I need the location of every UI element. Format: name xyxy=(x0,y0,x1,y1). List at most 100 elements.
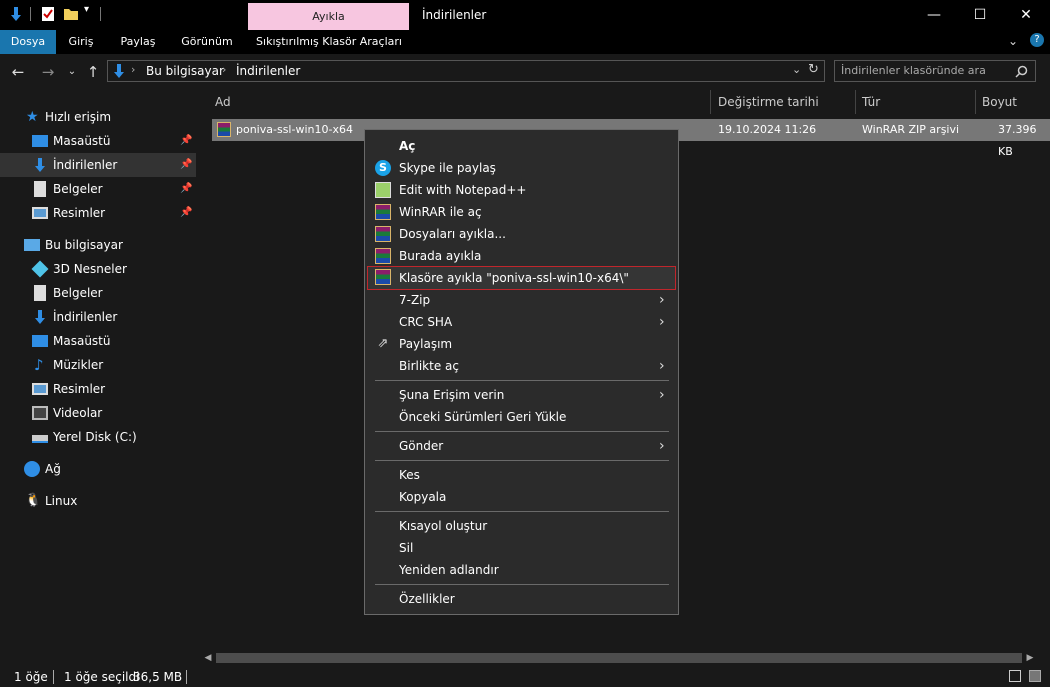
breadcrumb-chevron-icon[interactable]: › xyxy=(222,63,226,76)
menu-item-send-to[interactable]: Gönder › xyxy=(367,435,676,457)
menu-item-open-with[interactable]: Birlikte aç › xyxy=(367,355,676,377)
menu-item-extract-files[interactable]: Dosyaları ayıkla... xyxy=(367,223,676,245)
file-name: poniva-ssl-win10-x64 xyxy=(236,123,353,136)
menu-item-skype-share[interactable]: S Skype ile paylaş xyxy=(367,157,676,179)
search-icon[interactable] xyxy=(1015,65,1028,78)
menu-item-notepadpp[interactable]: Edit with Notepad++ xyxy=(367,179,676,201)
nav-pc-3d-objects[interactable]: 3D Nesneler xyxy=(0,257,196,281)
breadcrumb-this-pc[interactable]: Bu bilgisayar xyxy=(146,64,224,78)
tab-compressed-folder-tools[interactable]: Sıkıştırılmış Klasör Araçları xyxy=(250,30,408,54)
column-header-size[interactable]: Boyut xyxy=(982,90,1017,114)
tab-view[interactable]: Görünüm xyxy=(172,30,242,54)
nav-quick-access[interactable]: ★ Hızlı erişim xyxy=(0,105,196,129)
nav-quick-documents[interactable]: Belgeler 📌 xyxy=(0,177,196,201)
menu-item-open[interactable]: Aç xyxy=(367,135,676,157)
column-separator[interactable] xyxy=(855,90,856,114)
breadcrumb-downloads[interactable]: İndirilenler xyxy=(236,64,300,78)
winrar-archive-icon xyxy=(217,122,231,137)
menu-label: Kısayol oluştur xyxy=(399,519,488,533)
menu-item-crc-sha[interactable]: CRC SHA › xyxy=(367,311,676,333)
address-bar[interactable]: › Bu bilgisayar › İndirilenler ⌄ ↻ xyxy=(107,60,825,82)
properties-icon[interactable] xyxy=(40,6,56,22)
details-view-icon[interactable] xyxy=(1009,670,1021,682)
column-header-name[interactable]: Ad xyxy=(215,90,231,114)
menu-separator xyxy=(375,511,669,512)
tab-home[interactable]: Giriş xyxy=(58,30,104,54)
nav-pc-desktop[interactable]: Masaüstü xyxy=(0,329,196,353)
nav-this-pc[interactable]: Bu bilgisayar xyxy=(0,233,196,257)
close-button[interactable]: ✕ xyxy=(1003,0,1049,30)
nav-pc-documents[interactable]: Belgeler xyxy=(0,281,196,305)
linux-penguin-icon: 🐧 xyxy=(25,493,42,508)
menu-item-properties[interactable]: Özellikler xyxy=(367,588,676,610)
document-icon xyxy=(34,181,46,197)
pin-icon[interactable]: 📌 xyxy=(180,129,192,153)
nav-pc-music[interactable]: ♪ Müzikler xyxy=(0,353,196,377)
menu-label: CRC SHA xyxy=(399,315,453,329)
menu-item-create-shortcut[interactable]: Kısayol oluştur xyxy=(367,515,676,537)
menu-item-winrar-open[interactable]: WinRAR ile aç xyxy=(367,201,676,223)
breadcrumb-chevron-icon[interactable]: › xyxy=(131,63,135,76)
menu-item-copy[interactable]: Kopyala xyxy=(367,486,676,508)
pin-icon[interactable]: 📌 xyxy=(180,153,192,177)
download-arrow-icon[interactable] xyxy=(8,6,24,22)
context-tab-extract[interactable]: Ayıkla xyxy=(248,3,409,30)
nav-linux[interactable]: 🐧 Linux xyxy=(0,489,196,513)
nav-quick-pictures[interactable]: Resimler 📌 xyxy=(0,201,196,225)
new-folder-icon[interactable] xyxy=(63,6,79,22)
column-header-date[interactable]: Değiştirme tarihi xyxy=(718,90,819,114)
customize-toolbar-icon[interactable]: ▾ xyxy=(84,4,89,15)
column-header-type[interactable]: Tür xyxy=(862,90,880,114)
menu-label: Klasöre ayıkla "poniva-ssl-win10-x64\" xyxy=(399,271,629,285)
nav-quick-desktop[interactable]: Masaüstü 📌 xyxy=(0,129,196,153)
nav-label: Resimler xyxy=(53,206,106,220)
minimize-button[interactable]: — xyxy=(911,0,957,30)
nav-pc-pictures[interactable]: Resimler xyxy=(0,377,196,401)
forward-arrow-icon[interactable]: → xyxy=(38,62,58,82)
nav-label: Masaüstü xyxy=(53,334,111,348)
scroll-right-icon[interactable]: ▶ xyxy=(1022,650,1038,666)
pin-icon[interactable]: 📌 xyxy=(180,201,192,225)
skype-icon: S xyxy=(375,160,391,176)
column-separator[interactable] xyxy=(975,90,976,114)
cube-icon xyxy=(31,260,49,278)
tab-file[interactable]: Dosya xyxy=(0,30,56,54)
scrollbar-thumb[interactable] xyxy=(216,653,1022,663)
maximize-button[interactable]: ☐ xyxy=(957,0,1003,30)
nav-quick-downloads[interactable]: İndirilenler 📌 xyxy=(0,153,196,177)
menu-item-7zip[interactable]: 7-Zip › xyxy=(367,289,676,311)
horizontal-scrollbar[interactable]: ◀ ▶ xyxy=(200,650,1050,666)
tab-share[interactable]: Paylaş xyxy=(112,30,164,54)
menu-item-extract-to-folder[interactable]: Klasöre ayıkla "poniva-ssl-win10-x64\" xyxy=(367,266,676,290)
nav-pc-local-disk[interactable]: Yerel Disk (C:) xyxy=(0,425,196,449)
ribbon-expand-icon[interactable]: ⌄ xyxy=(1008,34,1018,48)
menu-item-restore-versions[interactable]: Önceki Sürümleri Geri Yükle xyxy=(367,406,676,428)
help-icon[interactable]: ? xyxy=(1030,33,1044,47)
back-arrow-icon[interactable]: ← xyxy=(8,62,28,82)
menu-item-share[interactable]: ⇗ Paylaşım xyxy=(367,333,676,355)
up-arrow-icon[interactable]: ↑ xyxy=(83,62,103,82)
nav-pc-downloads[interactable]: İndirilenler xyxy=(0,305,196,329)
refresh-icon[interactable]: ↻ xyxy=(808,62,819,77)
column-separator[interactable] xyxy=(710,90,711,114)
menu-item-rename[interactable]: Yeniden adlandır xyxy=(367,559,676,581)
nav-label: Ağ xyxy=(45,462,61,476)
share-icon: ⇗ xyxy=(377,336,389,351)
menu-item-extract-here[interactable]: Burada ayıkla xyxy=(367,245,676,267)
pin-icon[interactable]: 📌 xyxy=(180,177,192,201)
nav-label: Resimler xyxy=(53,382,106,396)
winrar-icon xyxy=(375,269,391,285)
menu-item-cut[interactable]: Kes xyxy=(367,464,676,486)
nav-pc-videos[interactable]: Videolar xyxy=(0,401,196,425)
menu-label: Sil xyxy=(399,541,414,555)
menu-item-give-access[interactable]: Şuna Erişim verin › xyxy=(367,384,676,406)
nav-network[interactable]: Ağ xyxy=(0,457,196,481)
address-dropdown-icon[interactable]: ⌄ xyxy=(792,63,801,76)
large-icons-view-icon[interactable] xyxy=(1029,670,1041,682)
menu-label: Skype ile paylaş xyxy=(399,161,496,175)
search-input[interactable]: İndirilenler klasöründe ara xyxy=(834,60,1036,82)
scroll-left-icon[interactable]: ◀ xyxy=(200,650,216,666)
recent-locations-icon[interactable]: ⌄ xyxy=(62,62,82,82)
menu-item-delete[interactable]: Sil xyxy=(367,537,676,559)
title-bar: ▾ Ayıkla İndirilenler — ☐ ✕ xyxy=(0,0,1050,30)
